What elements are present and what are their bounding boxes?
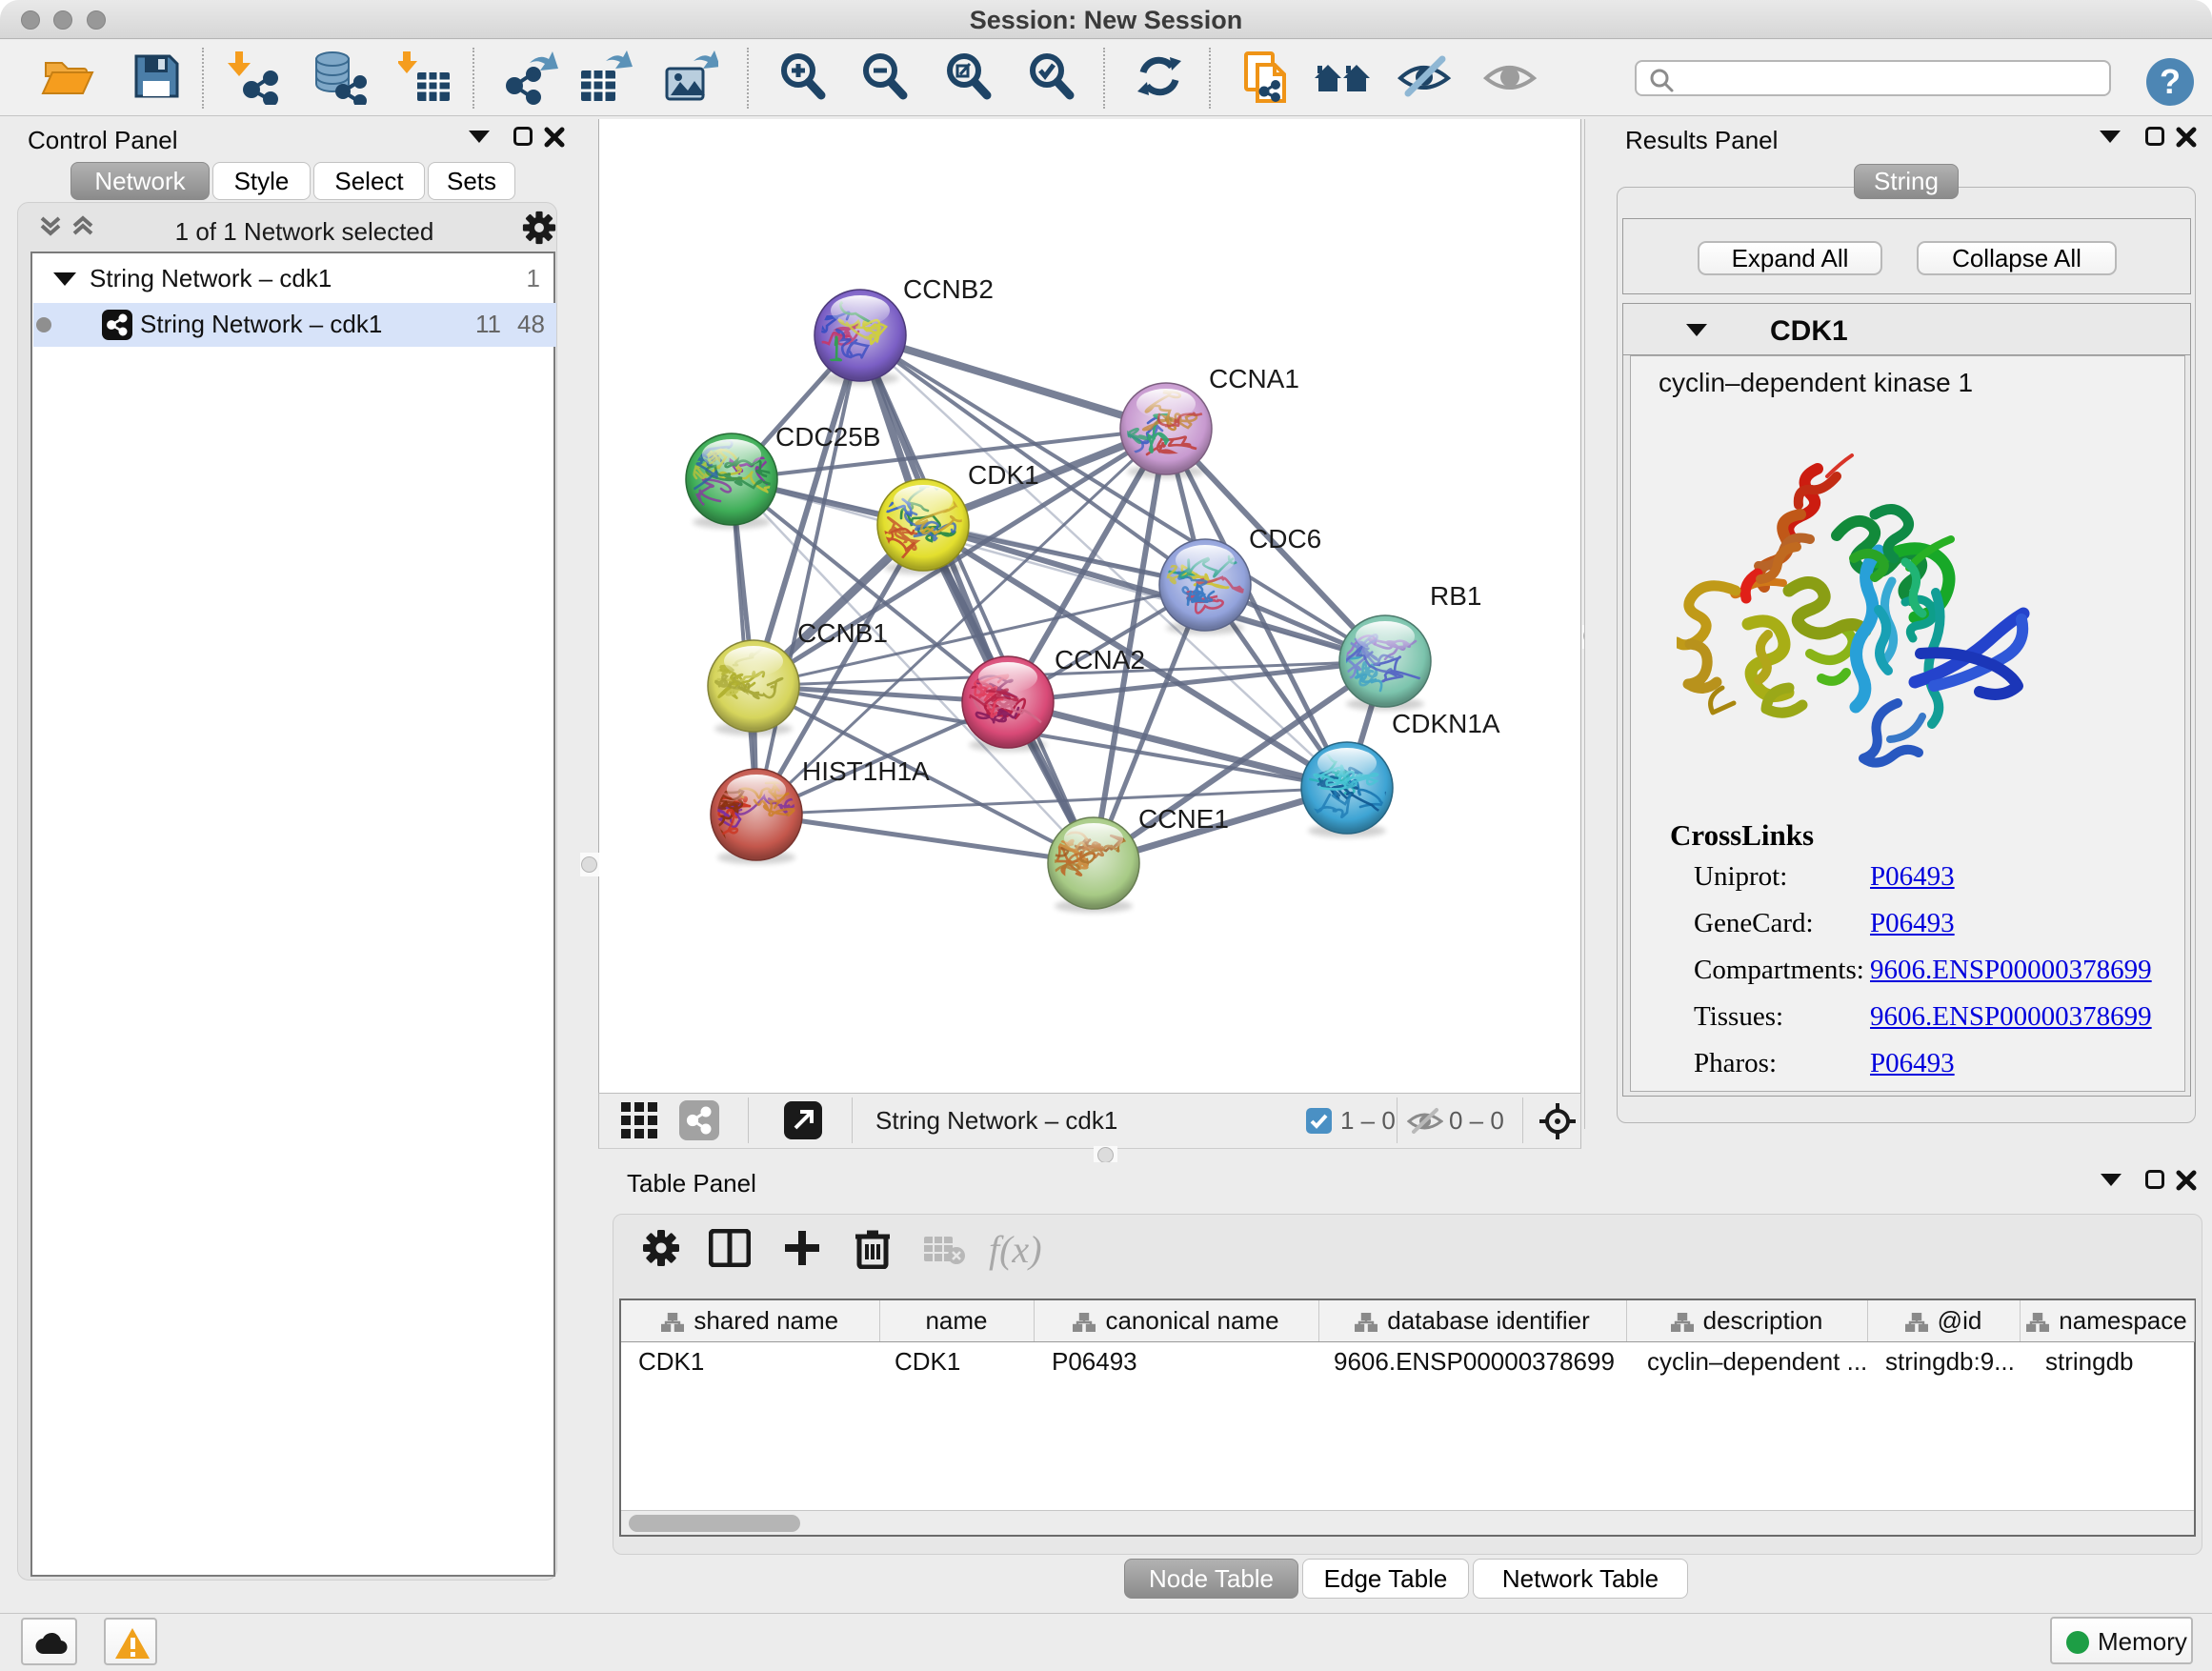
svg-text:CDK1: CDK1 (968, 460, 1039, 490)
svg-text:CDC25B: CDC25B (775, 422, 880, 452)
svg-text:CCNA2: CCNA2 (1055, 645, 1145, 674)
svg-text:CDKN1A: CDKN1A (1392, 709, 1500, 738)
svg-text:CCNB2: CCNB2 (903, 274, 994, 304)
svg-text:HIST1H1A: HIST1H1A (802, 756, 930, 786)
svg-text:CCNB1: CCNB1 (797, 618, 888, 648)
svg-text:CDC6: CDC6 (1249, 524, 1321, 554)
svg-text:CCNA1: CCNA1 (1209, 364, 1299, 393)
svg-text:CCNE1: CCNE1 (1138, 804, 1229, 834)
svg-text:RB1: RB1 (1430, 581, 1481, 611)
svg-text:?: ? (2160, 62, 2181, 101)
